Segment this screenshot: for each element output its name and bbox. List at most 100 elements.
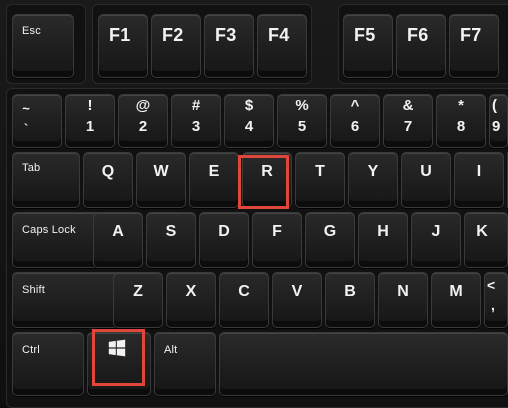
key-s[interactable]: S bbox=[146, 212, 196, 268]
key-n[interactable]: N bbox=[378, 272, 428, 328]
key-f[interactable]: F bbox=[252, 212, 302, 268]
key-8[interactable]: * 8 bbox=[436, 94, 486, 148]
key-caps-lock[interactable]: Caps Lock bbox=[12, 212, 102, 268]
key-4[interactable]: $4 bbox=[224, 94, 274, 148]
key-alt[interactable]: Alt bbox=[154, 332, 216, 396]
key-h[interactable]: H bbox=[358, 212, 408, 268]
key-6-top: ^ bbox=[350, 97, 360, 114]
key-c[interactable]: C bbox=[219, 272, 269, 328]
key-tab-label: Tab bbox=[22, 162, 41, 174]
key-y-label: Y bbox=[367, 163, 379, 180]
key-f7-label: F7 bbox=[460, 25, 482, 45]
key-8-bottom: 8 bbox=[456, 118, 466, 135]
key-f1-label: F1 bbox=[109, 25, 131, 45]
key-3[interactable]: #3 bbox=[171, 94, 221, 148]
key-r[interactable]: R bbox=[242, 152, 292, 208]
key-x[interactable]: X bbox=[166, 272, 216, 328]
key-y[interactable]: Y bbox=[348, 152, 398, 208]
key-tilde-bottom: ` bbox=[23, 121, 29, 136]
key-1-top: ! bbox=[87, 97, 93, 114]
key-j[interactable]: J bbox=[411, 212, 461, 268]
key-s-label: S bbox=[165, 223, 177, 240]
key-u-label: U bbox=[420, 163, 432, 180]
key-f2-label: F2 bbox=[162, 25, 184, 45]
key-1[interactable]: ! 1 bbox=[65, 94, 115, 148]
key-q[interactable]: Q bbox=[83, 152, 133, 208]
key-2-top: @ bbox=[135, 97, 151, 114]
key-t[interactable]: T bbox=[295, 152, 345, 208]
key-f1[interactable]: F1 bbox=[98, 14, 148, 78]
key-windows[interactable] bbox=[87, 332, 151, 396]
key-e-label: E bbox=[208, 163, 220, 180]
key-4-bottom: 4 bbox=[244, 118, 254, 135]
key-g[interactable]: G bbox=[305, 212, 355, 268]
key-tab[interactable]: Tab bbox=[12, 152, 80, 208]
key-k-label: K bbox=[476, 223, 488, 240]
key-j-label: J bbox=[431, 223, 441, 240]
key-5-top: % bbox=[295, 97, 309, 114]
key-u[interactable]: U bbox=[401, 152, 451, 208]
key-f-label: F bbox=[272, 223, 282, 240]
key-z-label: Z bbox=[133, 283, 143, 300]
key-2[interactable]: @2 bbox=[118, 94, 168, 148]
key-8-top: * bbox=[458, 97, 464, 114]
key-x-label: X bbox=[185, 283, 197, 300]
key-space[interactable] bbox=[219, 332, 508, 396]
keyboard: Esc F1 F2 F3 F4 F5 F6 F7 ~ ` ! 1 @2 #3 $4… bbox=[0, 0, 508, 408]
key-caps-lock-label: Caps Lock bbox=[22, 224, 76, 236]
key-c-label: C bbox=[238, 283, 250, 300]
key-d-label: D bbox=[218, 223, 230, 240]
key-f6[interactable]: F6 bbox=[396, 14, 446, 78]
key-b[interactable]: B bbox=[325, 272, 375, 328]
key-z[interactable]: Z bbox=[113, 272, 163, 328]
key-tilde[interactable]: ~ ` bbox=[12, 94, 62, 148]
key-f5[interactable]: F5 bbox=[343, 14, 393, 78]
key-k[interactable]: K bbox=[464, 212, 508, 268]
key-5[interactable]: % 5 bbox=[277, 94, 327, 148]
key-ctrl[interactable]: Ctrl bbox=[12, 332, 84, 396]
key-a-label: A bbox=[112, 223, 124, 240]
key-i[interactable]: I bbox=[454, 152, 504, 208]
key-f4-label: F4 bbox=[268, 25, 290, 45]
key-w-label: W bbox=[153, 163, 169, 180]
key-f6-label: F6 bbox=[407, 25, 429, 45]
key-7-bottom: 7 bbox=[403, 118, 413, 135]
key-g-label: G bbox=[323, 223, 337, 240]
key-4-top: $ bbox=[244, 97, 254, 114]
key-i-label: I bbox=[476, 163, 482, 180]
key-f2[interactable]: F2 bbox=[151, 14, 201, 78]
key-7[interactable]: & 7 bbox=[383, 94, 433, 148]
key-tilde-top: ~ bbox=[22, 101, 30, 116]
key-6-bottom: 6 bbox=[350, 118, 360, 135]
key-m[interactable]: M bbox=[431, 272, 481, 328]
key-b-label: B bbox=[344, 283, 356, 300]
key-7-top: & bbox=[402, 97, 414, 114]
key-f7[interactable]: F7 bbox=[449, 14, 499, 78]
key-comma-bottom: , bbox=[491, 297, 495, 313]
key-9-top: ( bbox=[492, 97, 497, 114]
key-v-label: V bbox=[291, 283, 303, 300]
key-f5-label: F5 bbox=[354, 25, 376, 45]
key-f3[interactable]: F3 bbox=[204, 14, 254, 78]
key-9[interactable]: (9 bbox=[489, 94, 508, 148]
key-shift[interactable]: Shift bbox=[12, 272, 122, 328]
key-9-bottom: 9 bbox=[492, 118, 501, 135]
key-ctrl-label: Ctrl bbox=[22, 344, 40, 356]
key-f3-label: F3 bbox=[215, 25, 237, 45]
key-6[interactable]: ^ 6 bbox=[330, 94, 380, 148]
key-f4[interactable]: F4 bbox=[257, 14, 307, 78]
key-v[interactable]: V bbox=[272, 272, 322, 328]
key-w[interactable]: W bbox=[136, 152, 186, 208]
key-5-bottom: 5 bbox=[297, 118, 307, 135]
key-e[interactable]: E bbox=[189, 152, 239, 208]
key-3-bottom: 3 bbox=[191, 118, 201, 135]
key-2-bottom: 2 bbox=[138, 118, 148, 135]
key-1-bottom: 1 bbox=[85, 118, 95, 135]
key-esc-label: Esc bbox=[22, 25, 41, 37]
key-esc[interactable]: Esc bbox=[12, 14, 74, 78]
key-q-label: Q bbox=[101, 163, 115, 180]
key-t-label: T bbox=[315, 163, 325, 180]
key-comma[interactable]: < , bbox=[484, 272, 508, 328]
key-d[interactable]: D bbox=[199, 212, 249, 268]
key-a[interactable]: A bbox=[93, 212, 143, 268]
